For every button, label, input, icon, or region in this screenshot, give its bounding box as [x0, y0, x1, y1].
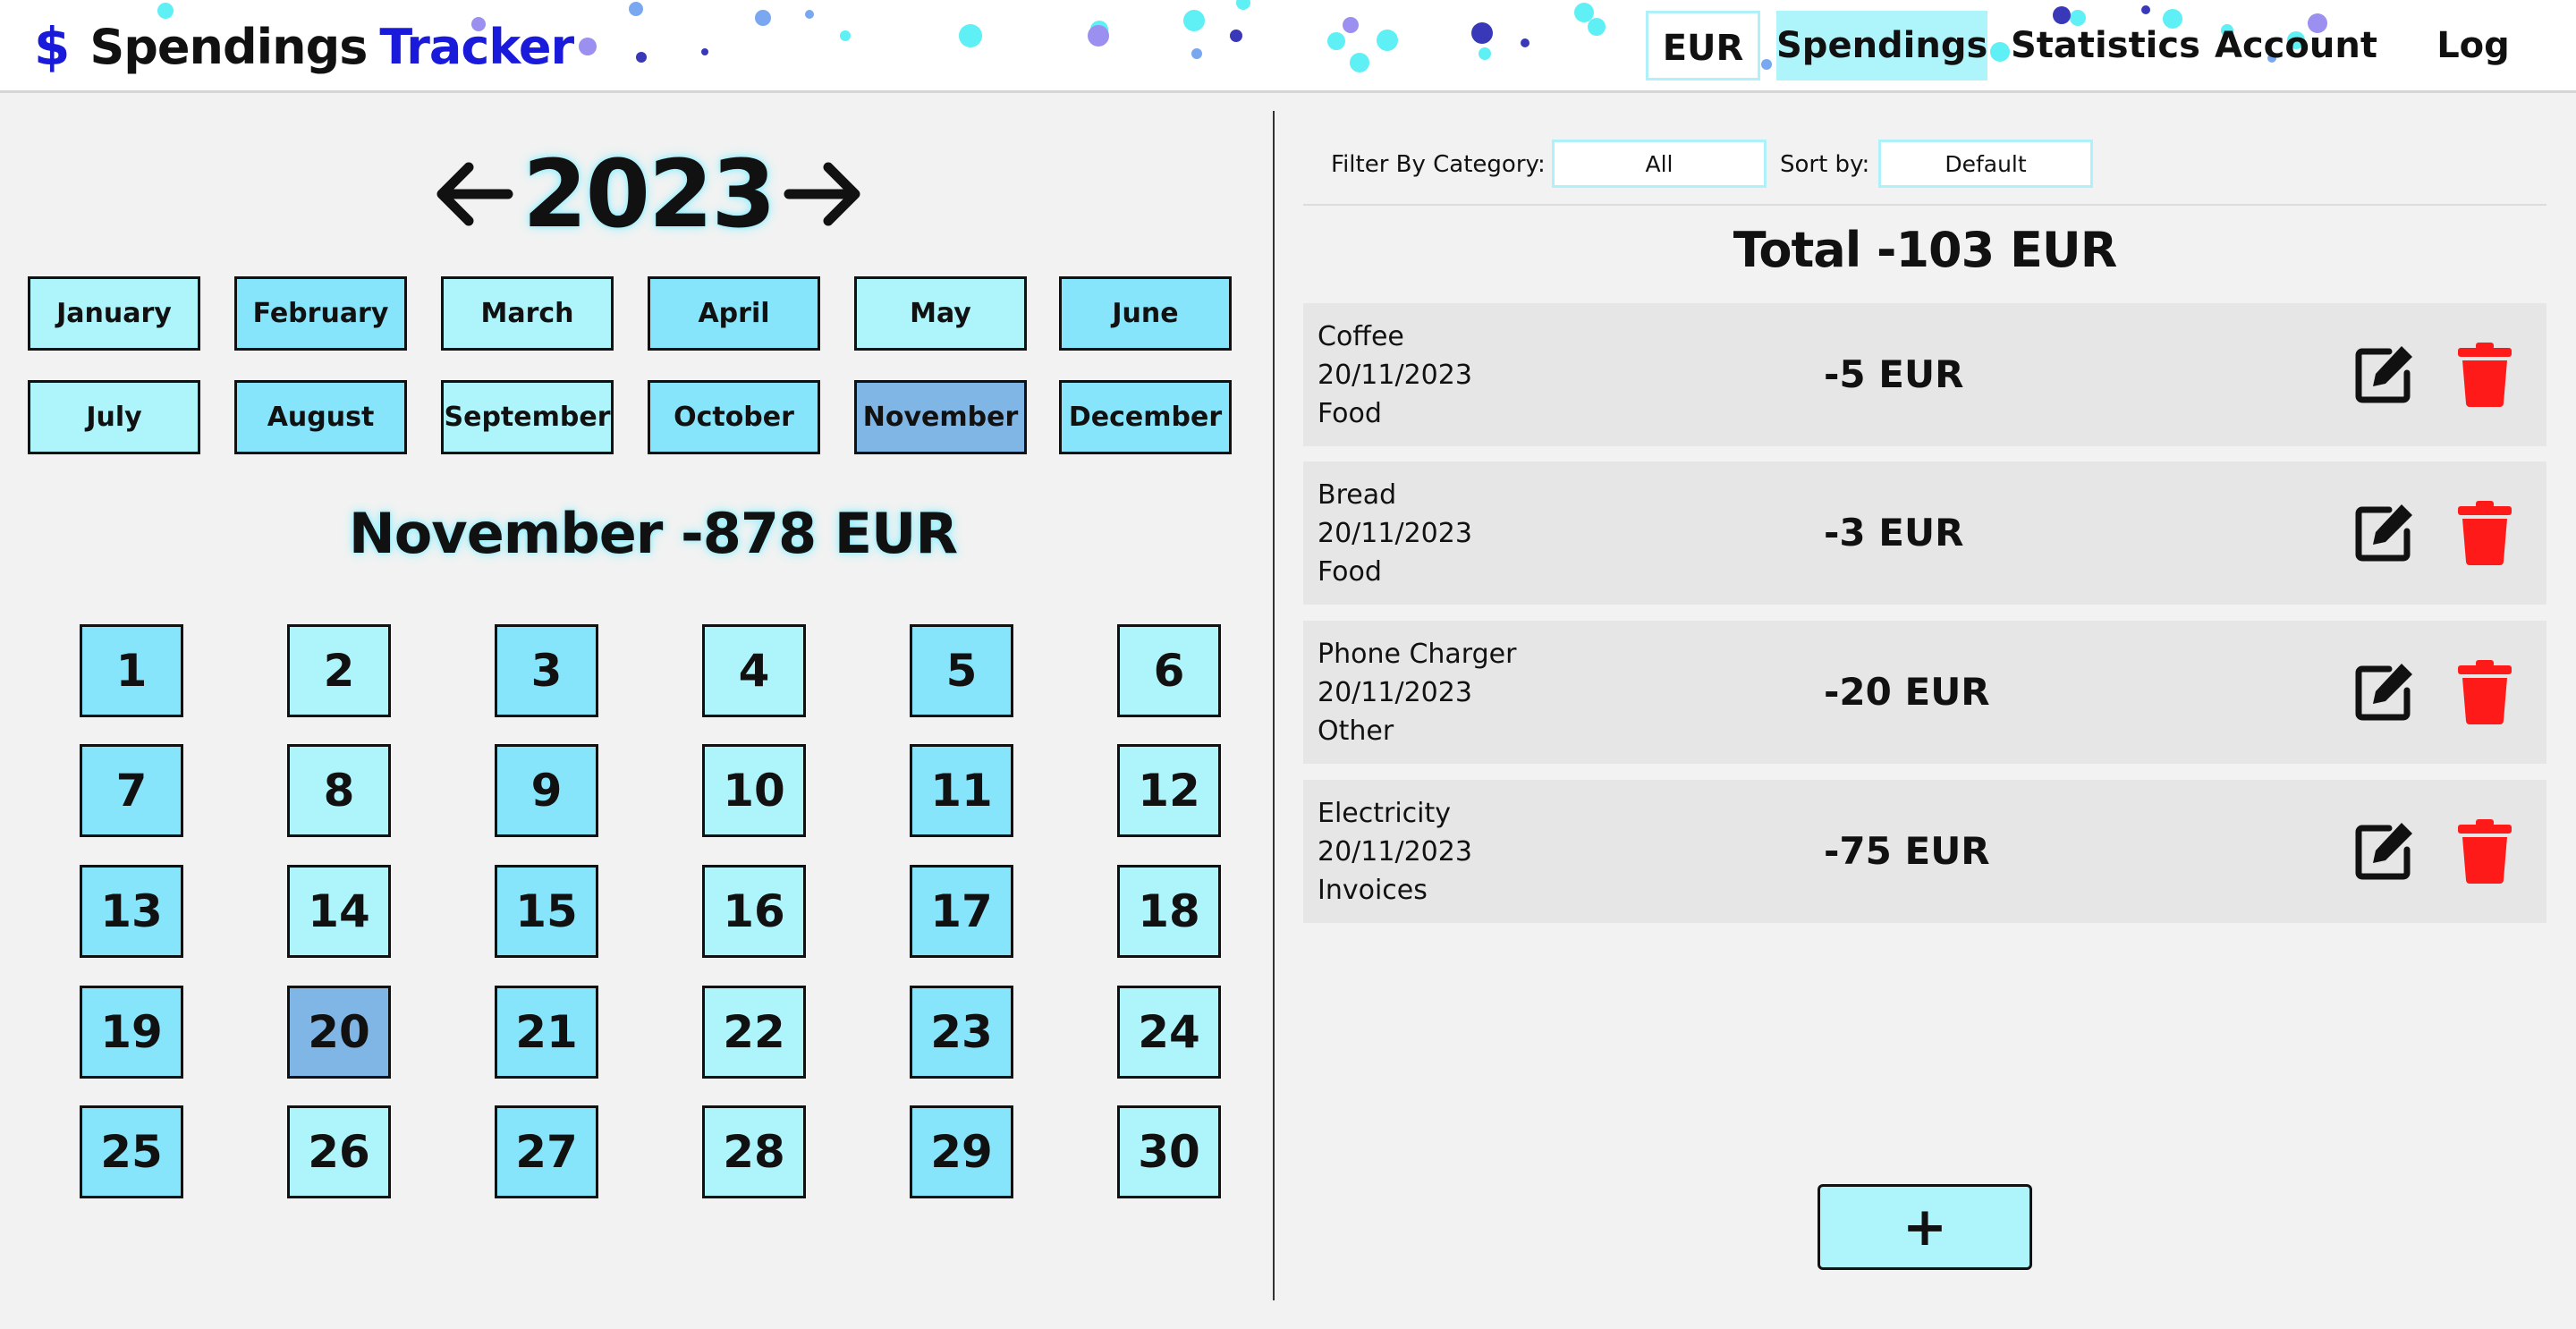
month-february[interactable]: February — [234, 276, 407, 351]
arrow-left-icon[interactable] — [429, 154, 515, 234]
panel-divider — [1273, 111, 1275, 1300]
month-total: November -878 EUR — [348, 501, 958, 566]
day-8[interactable]: 8 — [287, 744, 391, 837]
spending-amount: -5 EUR — [1824, 352, 1964, 396]
day-6[interactable]: 6 — [1117, 624, 1221, 717]
day-14[interactable]: 14 — [287, 865, 391, 958]
day-11[interactable]: 11 — [910, 744, 1013, 837]
spending-item: Bread 20/11/2023 Food -3 EUR — [1303, 461, 2546, 605]
add-spending-button[interactable]: + — [1818, 1184, 2032, 1270]
month-august[interactable]: August — [234, 380, 407, 454]
day-20[interactable]: 20 — [287, 986, 391, 1079]
nav-account[interactable]: Account — [2215, 11, 2377, 80]
spending-amount: -75 EUR — [1824, 829, 1990, 873]
category-filter-select[interactable]: All — [1552, 140, 1767, 188]
spendings-total: Total -103 EUR — [1733, 222, 2118, 278]
spending-item: Coffee 20/11/2023 Food -5 EUR — [1303, 303, 2546, 446]
year-label: 2023 — [522, 140, 775, 249]
navbar: $ Spendings Tracker EUR Spendings Statis… — [0, 0, 2576, 93]
month-october[interactable]: October — [648, 380, 820, 454]
trash-icon[interactable] — [2458, 501, 2512, 565]
day-27[interactable]: 27 — [495, 1105, 598, 1198]
day-2[interactable]: 2 — [287, 624, 391, 717]
month-march[interactable]: March — [441, 276, 614, 351]
spending-info: Phone Charger 20/11/2023 Other — [1318, 635, 1516, 750]
sort-label: Sort by: — [1780, 151, 1870, 178]
day-9[interactable]: 9 — [495, 744, 598, 837]
spending-category: Food — [1318, 556, 1382, 588]
day-15[interactable]: 15 — [495, 865, 598, 958]
day-21[interactable]: 21 — [495, 986, 598, 1079]
spending-date: 20/11/2023 — [1318, 836, 1472, 868]
day-29[interactable]: 29 — [910, 1105, 1013, 1198]
day-7[interactable]: 7 — [80, 744, 183, 837]
month-july[interactable]: July — [28, 380, 200, 454]
day-16[interactable]: 16 — [702, 865, 806, 958]
trash-icon[interactable] — [2458, 343, 2512, 407]
spending-date: 20/11/2023 — [1318, 360, 1472, 391]
day-10[interactable]: 10 — [702, 744, 806, 837]
brand-title-part-1: Spendings — [89, 18, 368, 75]
dollar-icon: $ — [34, 16, 71, 77]
spending-category: Other — [1318, 715, 1394, 747]
spending-info: Coffee 20/11/2023 Food — [1318, 317, 1472, 433]
day-30[interactable]: 30 — [1117, 1105, 1221, 1198]
nav-log-out[interactable]: Log Out — [2402, 11, 2545, 80]
edit-icon[interactable] — [2353, 343, 2416, 405]
day-18[interactable]: 18 — [1117, 865, 1221, 958]
day-12[interactable]: 12 — [1117, 744, 1221, 837]
nav-statistics[interactable]: Statistics — [2011, 11, 2200, 80]
day-17[interactable]: 17 — [910, 865, 1013, 958]
category-filter-label: Filter By Category: — [1331, 151, 1546, 178]
spending-name: Electricity — [1318, 798, 1452, 829]
month-january[interactable]: January — [28, 276, 200, 351]
currency-selector[interactable]: EUR — [1646, 11, 1760, 80]
day-13[interactable]: 13 — [80, 865, 183, 958]
brand-logo[interactable]: $ Spendings Tracker — [34, 14, 574, 79]
spending-amount: -3 EUR — [1824, 511, 1964, 554]
brand-title-part-2: Tracker — [379, 18, 574, 75]
spending-item: Electricity 20/11/2023 Invoices -75 EUR — [1303, 780, 2546, 923]
edit-icon[interactable] — [2353, 501, 2416, 563]
spending-name: Bread — [1318, 479, 1397, 511]
month-september[interactable]: September — [441, 380, 614, 454]
arrow-right-icon[interactable] — [782, 154, 868, 234]
month-grid: January February March April May June Ju… — [28, 276, 1232, 455]
spending-date: 20/11/2023 — [1318, 677, 1472, 708]
day-26[interactable]: 26 — [287, 1105, 391, 1198]
edit-icon[interactable] — [2353, 660, 2416, 723]
month-may[interactable]: May — [854, 276, 1027, 351]
day-1[interactable]: 1 — [80, 624, 183, 717]
filter-divider — [1303, 204, 2546, 206]
day-25[interactable]: 25 — [80, 1105, 183, 1198]
day-23[interactable]: 23 — [910, 986, 1013, 1079]
edit-icon[interactable] — [2353, 819, 2416, 882]
spending-name: Phone Charger — [1318, 639, 1517, 670]
day-5[interactable]: 5 — [910, 624, 1013, 717]
trash-icon[interactable] — [2458, 660, 2512, 724]
trash-icon[interactable] — [2458, 819, 2512, 884]
spending-info: Electricity 20/11/2023 Invoices — [1318, 794, 1472, 910]
spending-date: 20/11/2023 — [1318, 518, 1472, 549]
spending-amount: -20 EUR — [1824, 670, 1990, 714]
spending-item: Phone Charger 20/11/2023 Other -20 EUR — [1303, 621, 2546, 764]
year-navigator: 2023 — [429, 136, 868, 252]
day-4[interactable]: 4 — [702, 624, 806, 717]
month-june[interactable]: June — [1059, 276, 1232, 351]
spending-info: Bread 20/11/2023 Food — [1318, 476, 1472, 591]
spending-category: Invoices — [1318, 875, 1428, 906]
sort-select[interactable]: Default — [1878, 140, 2093, 188]
day-28[interactable]: 28 — [702, 1105, 806, 1198]
month-november[interactable]: November — [854, 380, 1027, 454]
month-april[interactable]: April — [648, 276, 820, 351]
day-24[interactable]: 24 — [1117, 986, 1221, 1079]
day-22[interactable]: 22 — [702, 986, 806, 1079]
spending-category: Food — [1318, 398, 1382, 429]
day-19[interactable]: 19 — [80, 986, 183, 1079]
month-december[interactable]: December — [1059, 380, 1232, 454]
nav-spendings[interactable]: Spendings — [1776, 11, 1987, 80]
spending-name: Coffee — [1318, 321, 1404, 352]
day-3[interactable]: 3 — [495, 624, 598, 717]
